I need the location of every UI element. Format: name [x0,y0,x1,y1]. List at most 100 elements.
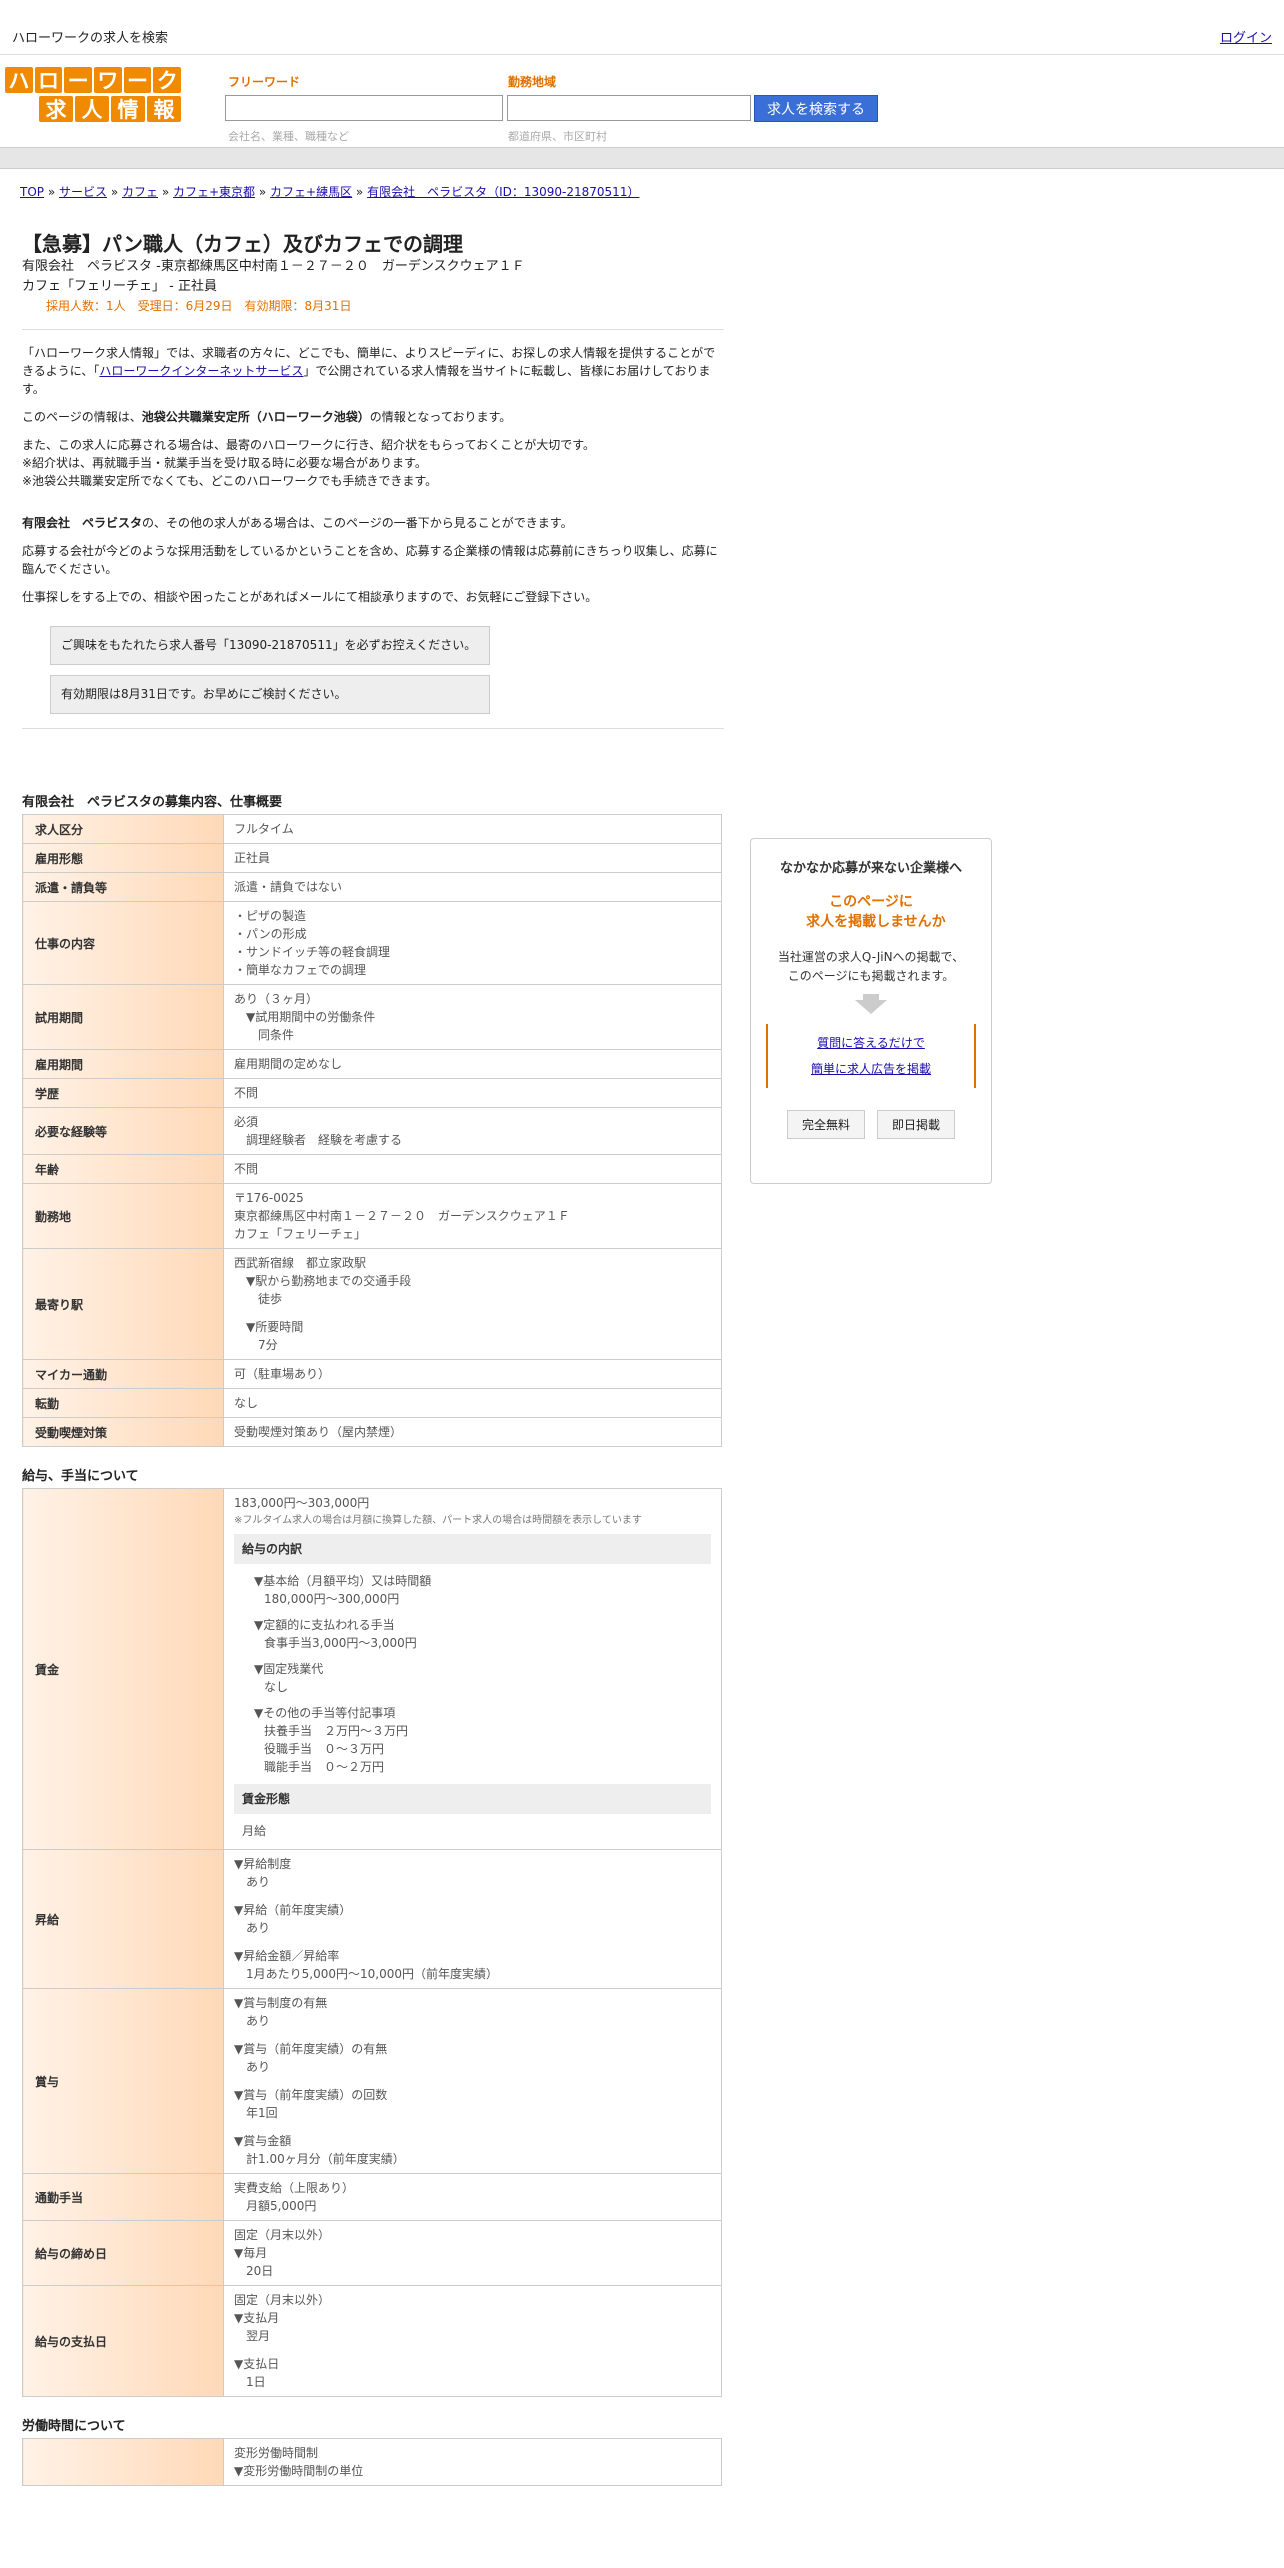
logo-char: 報 [147,96,181,122]
value-line: 調理経験者 経験を考慮する [234,1133,403,1147]
value-line: 20日 [234,2264,274,2278]
logo-char: ー [123,67,152,93]
freeword-input[interactable] [225,95,503,121]
advertise-catch: このページに 求人を掲載しませんか [806,894,946,930]
row-header: 最寄り駅 [22,1248,224,1360]
row-value: 正社員 [223,843,722,873]
value-line: ▼賞与金額 [234,2134,292,2148]
intro-p3: また、この求人に応募される場合は、最寄のハローワークに行き、紹介状をもらっておく… [22,438,596,488]
value-line [234,1308,711,1318]
breadcrumb: TOP » サービス » カフェ » カフェ+東京都 » カフェ+練馬区 » 有… [20,183,639,200]
row-value: 固定（月末以外） ▼支払月 翌月 ▼支払日 1日 [223,2285,722,2397]
logo-char: 人 [75,96,109,122]
hellowork-internet-link[interactable]: ハローワークインターネットサービス [99,364,303,378]
value-line: 固定（月末以外） [234,2293,331,2307]
value-line: 7分 [234,1338,278,1352]
company-line: 有限会社 ペラビスタ -東京都練馬区中村南１－２７－２０ ガーデンスクウェア１Ｆ [22,259,525,274]
logo-char: 求 [39,96,73,122]
value-line: 〒176-0025 [234,1191,304,1205]
logo-char: ク [153,67,182,93]
value-line: あり [234,2014,271,2028]
row-value: ▼昇給制度 あり ▼昇給（前年度実績） あり ▼昇給金額／昇給率 1月あたり5,00… [223,1849,722,1989]
value-line: あり（３ヶ月） [234,992,319,1006]
value-line: 不問 [234,1162,259,1176]
value-line: ・ピザの製造 [234,909,307,923]
value-line: ▼賞与（前年度実績）の回数 [234,2088,388,2102]
advertise-heading: なかなか応募が来ない企業様へ [779,861,962,876]
breadcrumb-separator: » [352,185,368,199]
value-line: フルタイム [234,822,294,836]
row-header: 派遣・請負等 [22,872,224,902]
free-button[interactable]: 完全無料 [786,1110,865,1139]
value-line [234,2345,711,2355]
breakdown-item: ▼基本給（月額平均）又は時間額 180,000円〜300,000円 [254,1572,711,1608]
row-value: ▼賞与制度の有無 あり ▼賞与（前年度実績）の有無 あり ▼賞与（前年度実績）の回数… [223,1988,722,2174]
breadcrumb-link[interactable]: サービス [59,185,107,199]
wage-breakdown: ▼基本給（月額平均）又は時間額 180,000円〜300,000円 ▼定額的に支払わ… [234,1572,711,1776]
intro-p5: 応募する会社が今どのような採用活動をしているかということを含め、応募する企業様の… [22,544,718,576]
row-header: 雇用期間 [22,1049,224,1079]
search-button[interactable]: 求人を検索する [754,95,878,122]
value-line: ▼毎月 [234,2246,268,2260]
breadcrumb-separator: » [255,185,271,199]
answer-questions-link[interactable]: 質問に答えるだけで [817,1036,925,1050]
value-line: 翌月 [234,2329,271,2343]
value-line: あり [234,1875,271,1889]
value-line: 雇用期間の定めなし [234,1057,343,1071]
value-line: ・パンの形成 [234,927,307,941]
hellowork-logo[interactable]: ハローワーク 求人情報 [5,67,182,123]
value-line: 派遣・請負ではない [234,880,343,894]
freeword-label: フリーワード [228,75,301,89]
breakdown-line: なし [264,1680,289,1694]
breadcrumb-link[interactable]: 有限会社 ペラビスタ（ID：13090-21870511） [367,185,639,199]
row-header: 通勤手当 [22,2173,224,2221]
value-line: 固定（月末以外） [234,2228,331,2242]
same-day-button[interactable]: 即日掲載 [877,1110,956,1139]
breakdown-line: 扶養手当 ２万円～３万円 [264,1724,409,1738]
table-row: 変形労働時間制 ▼変形労働時間制の単位 [22,2438,722,2486]
notice-expiry: 有効期限は8月31日です。お早めにご検討ください。 [50,675,490,714]
value-line: ▼賞与制度の有無 [234,1996,328,2010]
area-label: 勤務地域 [508,75,557,89]
value-line: ・簡単なカフェでの調理 [234,963,367,977]
job-title: 【急募】パン職人（カフェ）及びカフェでの調理 [22,232,463,256]
row-value: 不問 [223,1078,722,1108]
value-line: カフェ「フェリーチェ」 [234,1227,367,1241]
value-line [234,2076,711,2086]
header-divider [0,147,1284,169]
table-row: 昇給 ▼昇給制度 あり ▼昇給（前年度実績） あり ▼昇給金額／昇給率 1月あたり5,… [22,1849,722,1989]
row-value: 必須 調理経験者 経験を考慮する [223,1107,722,1155]
value-line: 実費支給（上限あり） [234,2181,355,2195]
overview-title: 有限会社 ペラビスタの募集内容、仕事概要 [22,795,283,810]
row-value: なし [223,1388,722,1418]
value-line [234,1937,711,1947]
advertise-text: 当社運営の求人Q-JiNへの掲載で、 このページにも掲載されます。 [777,950,965,983]
site-title: ハローワークの求人を検索 [12,31,169,46]
wage-cell: 183,000円〜303,000円 ※フルタイム求人の場合は月額に換算した額、パ… [223,1488,722,1850]
breadcrumb-link[interactable]: カフェ [122,185,158,199]
salary-table: 賃金 183,000円〜303,000円 ※フルタイム求人の場合は月額に換算した… [22,1488,722,2397]
breadcrumb-link[interactable]: カフェ+練馬区 [270,185,352,199]
value-line: 西武新宿線 都立家政駅 [234,1256,367,1270]
row-value: 実費支給（上限あり） 月額5,000円 [223,2173,722,2221]
row-header: マイカー通勤 [22,1359,224,1389]
row-value: 雇用期間の定めなし [223,1049,722,1079]
row-header: 雇用形態 [22,843,224,873]
notice-job-number: ご興味をもたれたら求人番号「13090-21870511」を必ずお控えください。 [50,626,490,665]
post-ad-link[interactable]: 簡単に求人広告を掲載 [811,1062,931,1076]
row-value: 西武新宿線 都立家政駅 ▼駅から勤務地までの交通手段 徒歩 ▼所要時間 7分 [223,1248,722,1360]
table-row: マイカー通勤 可（駐車場あり） [22,1359,722,1389]
breadcrumb-separator: » [158,185,173,199]
main-content: 【急募】パン職人（カフェ）及びカフェでの調理 有限会社 ペラビスタ -東京都練馬… [22,228,724,2486]
area-input[interactable] [507,95,751,121]
table-row: 勤務地 〒176-0025 東京都練馬区中村南１－２７－２０ ガーデンスクウェア１Ｆ… [22,1183,722,1249]
breadcrumb-link[interactable]: カフェ+東京都 [173,185,255,199]
wage-form-value: 月給 [242,1824,267,1838]
value-line: 1月あたり5,000円〜10,000円（前年度実績） [234,1967,498,1981]
advertise-buttons: 完全無料 即日掲載 [751,1110,991,1139]
breadcrumb-link[interactable]: TOP [20,185,44,199]
row-value: ・ピザの製造 ・パンの形成 ・サンドイッチ等の軽食調理 ・簡単なカフェでの調理 [223,901,722,985]
advertise-box: なかなか応募が来ない企業様へ このページに 求人を掲載しませんか 当社運営の求人… [750,838,992,1184]
login-link[interactable]: ログイン [1220,27,1272,46]
table-row: 求人区分 フルタイム [22,814,722,844]
